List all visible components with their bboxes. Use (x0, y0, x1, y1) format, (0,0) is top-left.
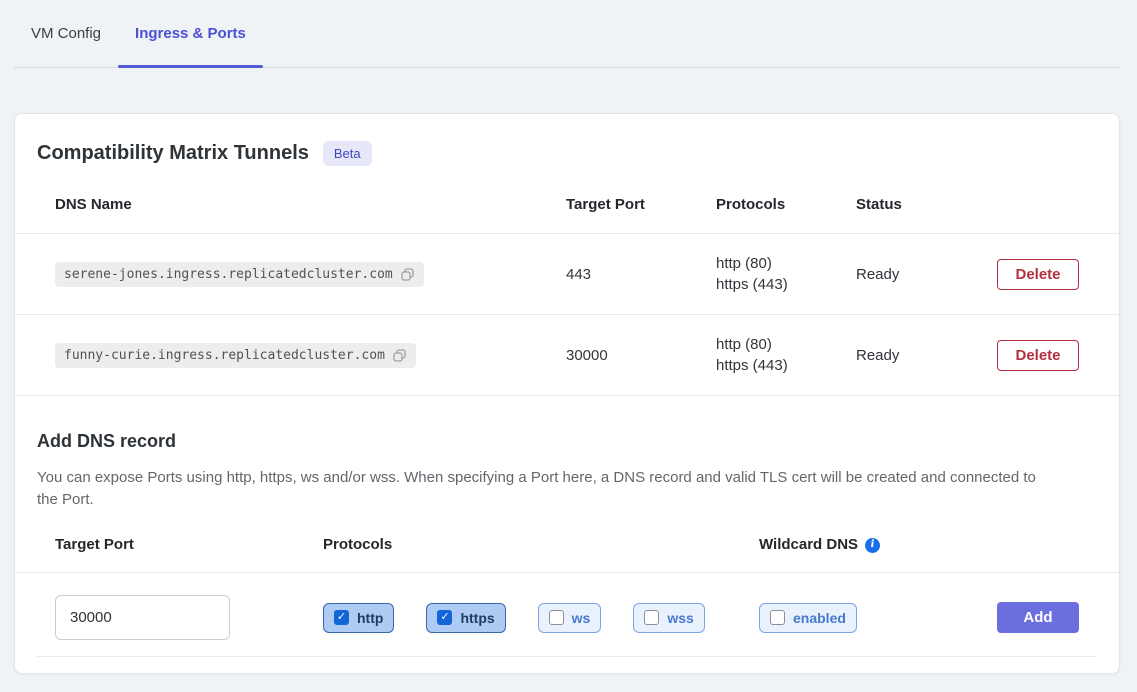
target-port-input[interactable] (55, 595, 230, 640)
protocols-cell: http (80) https (443) (716, 253, 856, 295)
column-header-protocols: Protocols (716, 196, 856, 214)
column-header-status: Status (856, 196, 997, 214)
info-icon[interactable]: i (865, 538, 880, 553)
add-dns-record-heading: Add DNS record (37, 429, 1097, 454)
target-port-cell: 30000 (566, 347, 716, 364)
table-header-row: DNS Name Target Port Protocols Status (15, 196, 1119, 234)
delete-button[interactable]: Delete (997, 340, 1079, 371)
table-row: funny-curie.ingress.replicatedcluster.co… (15, 315, 1119, 396)
beta-badge: Beta (323, 141, 372, 166)
checkbox-box: ✓ (437, 610, 452, 625)
checkbox-https-label: https (460, 610, 494, 626)
checkbox-http-label: http (357, 610, 383, 626)
checkbox-https[interactable]: ✓ https (426, 603, 505, 633)
tab-ingress-ports[interactable]: Ingress & Ports (118, 0, 263, 67)
table-row: serene-jones.ingress.replicatedcluster.c… (15, 234, 1119, 315)
status-cell: Ready (856, 266, 997, 283)
delete-button[interactable]: Delete (997, 259, 1079, 290)
dns-name-text: serene-jones.ingress.replicatedcluster.c… (64, 267, 393, 282)
dns-name-pill: funny-curie.ingress.replicatedcluster.co… (55, 343, 416, 368)
checkbox-box (770, 610, 785, 625)
checkbox-box (549, 610, 564, 625)
tab-bar: VM Config Ingress & Ports (14, 0, 1120, 68)
checkbox-box (644, 610, 659, 625)
copy-icon[interactable] (392, 348, 407, 363)
target-port-cell: 443 (566, 266, 716, 283)
checkbox-enabled-label: enabled (793, 610, 846, 626)
checkbox-wss-label: wss (667, 610, 693, 626)
column-header-target-port: Target Port (566, 196, 716, 214)
checkbox-wildcard-enabled[interactable]: enabled (759, 603, 857, 633)
tab-ingress-ports-label: Ingress & Ports (135, 25, 246, 42)
bottom-divider (37, 656, 1097, 657)
tunnels-card: Compatibility Matrix Tunnels Beta DNS Na… (14, 113, 1120, 674)
checkbox-box: ✓ (334, 610, 349, 625)
dns-name-text: funny-curie.ingress.replicatedcluster.co… (64, 348, 385, 363)
checkbox-ws[interactable]: ws (538, 603, 602, 633)
checkbox-http[interactable]: ✓ http (323, 603, 394, 633)
checkbox-wss[interactable]: wss (633, 603, 704, 633)
copy-icon[interactable] (400, 267, 415, 282)
form-header-row: Target Port Protocols Wildcard DNS i (15, 511, 1119, 573)
form-label-wildcard-dns: Wildcard DNS (759, 536, 858, 554)
tab-vm-config-label: VM Config (31, 25, 101, 42)
protocols-cell: http (80) https (443) (716, 334, 856, 376)
protocol-checkbox-group: ✓ http ✓ https ws wss (323, 603, 759, 633)
column-header-dns-name: DNS Name (55, 196, 566, 214)
tab-vm-config[interactable]: VM Config (14, 0, 118, 67)
form-label-target-port: Target Port (55, 536, 323, 554)
add-button[interactable]: Add (997, 602, 1079, 633)
form-label-protocols: Protocols (323, 536, 759, 554)
page-title: Compatibility Matrix Tunnels (37, 139, 309, 167)
checkbox-ws-label: ws (572, 610, 591, 626)
dns-name-pill: serene-jones.ingress.replicatedcluster.c… (55, 262, 424, 287)
add-dns-record-description: You can expose Ports using http, https, … (37, 467, 1047, 511)
card-title-row: Compatibility Matrix Tunnels Beta (15, 114, 1119, 167)
add-dns-form-row: ✓ http ✓ https ws wss enabled Add (15, 573, 1119, 656)
status-cell: Ready (856, 347, 997, 364)
